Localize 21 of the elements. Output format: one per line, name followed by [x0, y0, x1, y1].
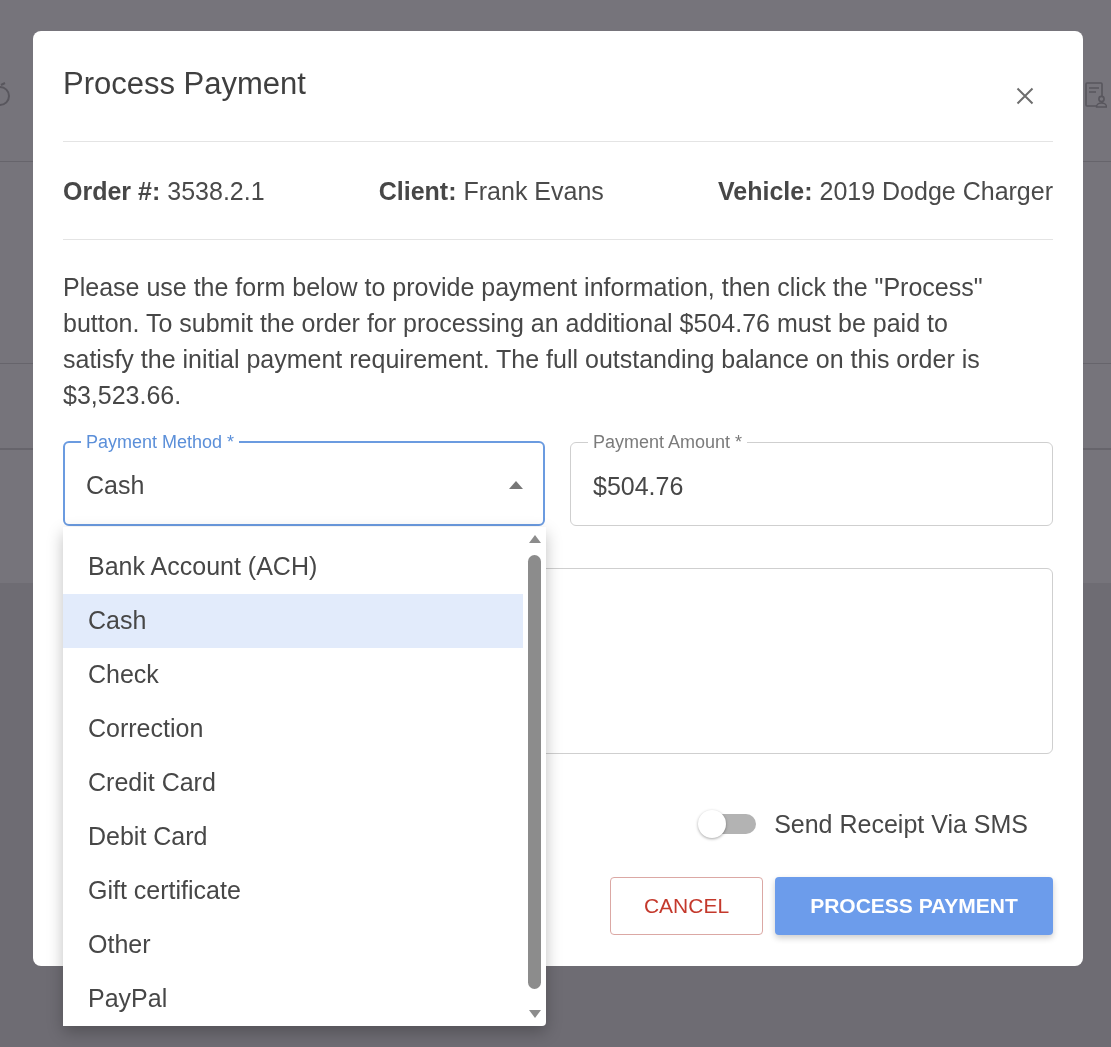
dropdown-option[interactable]: PayPal [63, 972, 523, 1026]
document-icon [1085, 82, 1107, 108]
close-icon[interactable] [1016, 87, 1034, 105]
clock-icon [0, 82, 10, 106]
summary-value: 3538.2.1 [167, 175, 265, 206]
sms-toggle[interactable] [698, 810, 757, 838]
scrollbar-thumb[interactable] [528, 555, 541, 989]
summary-label: Vehicle: [718, 175, 813, 206]
payment-amount-field[interactable]: Payment Amount * $504.76 [570, 432, 1053, 526]
cancel-button[interactable]: CANCEL [610, 877, 763, 935]
instructions-text: Please use the form below to provide payment information, then click the "Process" button. To submit the order for processing an additional $504.76 must be paid to satisfy the initial payment requirement. The full outstanding balance on this order is $3,523.66. [63, 272, 984, 411]
summary-label: Order #: [63, 175, 161, 206]
caret-icon[interactable] [509, 481, 523, 489]
scroll-down-icon[interactable] [528, 1010, 541, 1018]
summary-value: 2019 Dodge Charger [819, 175, 1053, 206]
scroll-up-icon[interactable] [528, 535, 541, 543]
toggle-label: Send Receipt Via SMS [774, 809, 1028, 839]
summary-value: Frank Evans [463, 175, 604, 206]
dropdown-option[interactable]: Cash [63, 594, 523, 648]
summary-label: Client: [378, 175, 457, 206]
dialog-title: Process Payment [63, 66, 306, 102]
